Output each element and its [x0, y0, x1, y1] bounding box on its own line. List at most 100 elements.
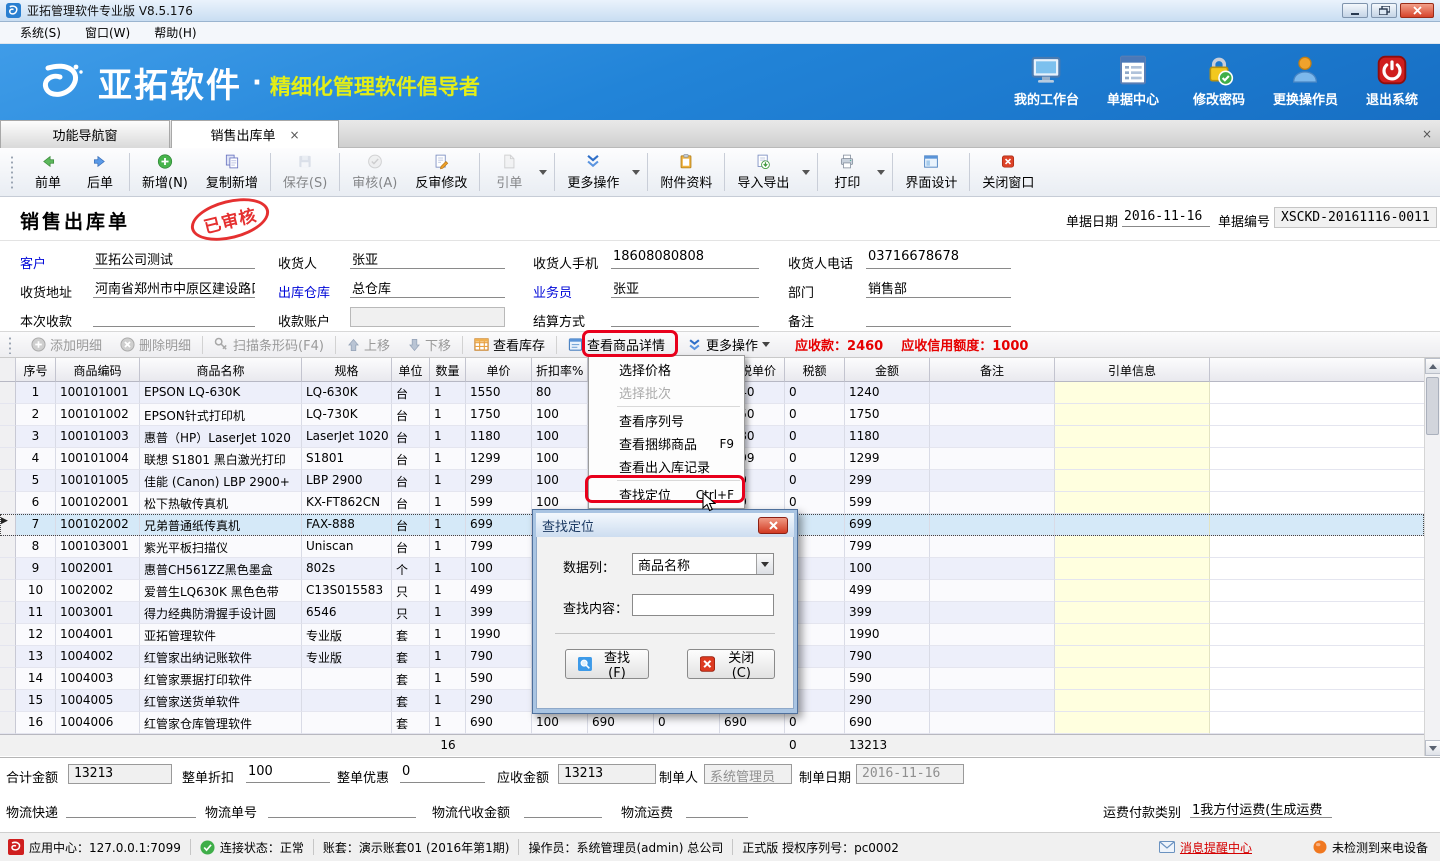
- column-header[interactable]: 引单信息: [1055, 358, 1210, 382]
- cod-amount-value[interactable]: [524, 799, 602, 818]
- customer-field[interactable]: 亚拓公司测试: [93, 249, 255, 269]
- tabbar-close-icon[interactable]: ×: [1422, 127, 1432, 141]
- exit-system-button[interactable]: 退出系统: [1360, 54, 1424, 108]
- tab-sales-outbound[interactable]: 销售出库单 ×: [171, 120, 339, 148]
- remark-field[interactable]: [866, 307, 1011, 327]
- column-header[interactable]: 金额: [845, 358, 930, 382]
- print-caret[interactable]: [873, 170, 889, 175]
- row-fill: [1210, 558, 1424, 580]
- close-window-button[interactable]: [1400, 3, 1434, 18]
- cell: 13: [16, 646, 56, 668]
- column-header[interactable]: 商品名称: [140, 358, 302, 382]
- vertical-scrollbar[interactable]: [1424, 358, 1440, 756]
- phone-field[interactable]: 03716678678: [866, 249, 1011, 269]
- dialog-close-action-button[interactable]: 关闭(C): [687, 649, 775, 679]
- context-menu-item[interactable]: 选择价格: [589, 358, 744, 381]
- monitor-icon: [1029, 54, 1063, 86]
- scroll-down-button[interactable]: [1425, 740, 1440, 756]
- context-menu-item[interactable]: 查看出入库记录: [589, 455, 744, 478]
- dept-field[interactable]: 销售部: [866, 278, 1011, 298]
- order-discount-value[interactable]: 100: [246, 764, 330, 783]
- column-header[interactable]: 折扣率%: [532, 358, 588, 382]
- column-header[interactable]: 规格: [302, 358, 392, 382]
- column-header[interactable]: 商品编码: [56, 358, 140, 382]
- row-fill: [1210, 382, 1424, 404]
- import-export-button[interactable]: 导入导出: [728, 150, 798, 194]
- consignee-field[interactable]: 张亚: [350, 249, 505, 269]
- dialog-close-button[interactable]: [758, 517, 788, 534]
- column-header[interactable]: 单价: [466, 358, 532, 382]
- attachments-button[interactable]: 附件资料: [651, 150, 721, 194]
- express-value[interactable]: [66, 799, 196, 818]
- view-stock-button[interactable]: 查看库存: [467, 333, 552, 356]
- tab-nav-panel[interactable]: 功能导航窗: [0, 120, 170, 148]
- warehouse-field[interactable]: 总仓库: [350, 278, 505, 298]
- row-fill: [1210, 712, 1424, 734]
- column-header[interactable]: 单位: [392, 358, 430, 382]
- more-actions-button[interactable]: 更多操作: [558, 150, 628, 194]
- cell: 790: [466, 646, 532, 668]
- cell: 1004006: [56, 712, 140, 734]
- order-promo-value[interactable]: 0: [400, 764, 485, 783]
- close-tab-button[interactable]: 关闭窗口: [973, 150, 1043, 194]
- tab-close-icon[interactable]: ×: [289, 128, 299, 142]
- view-product-detail-button[interactable]: 查看商品详情: [561, 333, 672, 356]
- switch-operator-button[interactable]: 更换操作员: [1273, 54, 1338, 108]
- context-menu-item[interactable]: 查看捆绑商品F9: [589, 432, 744, 455]
- add-button[interactable]: 新增(N): [133, 150, 197, 194]
- prev-doc-button[interactable]: 前单: [22, 150, 74, 194]
- warehouse-label[interactable]: 出库仓库: [278, 282, 330, 301]
- change-password-button[interactable]: 修改密码: [1187, 54, 1251, 108]
- maximize-button[interactable]: [1371, 3, 1397, 18]
- menu-help[interactable]: 帮助(H): [144, 22, 206, 43]
- menu-system[interactable]: 系统(S): [10, 22, 71, 43]
- settle-field[interactable]: [611, 307, 759, 327]
- customer-label[interactable]: 客户: [20, 253, 46, 272]
- freight-value[interactable]: [686, 799, 748, 818]
- cell: 紫光平板扫描仪: [140, 536, 302, 558]
- column-header[interactable]: 税额: [785, 358, 845, 382]
- find-content-input[interactable]: [632, 594, 774, 616]
- column-header[interactable]: 备注: [930, 358, 1055, 382]
- dialog-titlebar[interactable]: 查找定位: [536, 513, 794, 537]
- ref-doc-caret[interactable]: [535, 170, 551, 175]
- table-row[interactable]: 161004006红管家仓库管理软件套169010069006900690: [0, 712, 1424, 734]
- doc-center-button[interactable]: 单据中心: [1101, 54, 1165, 108]
- logistics-no-value[interactable]: [268, 799, 416, 818]
- menu-item-label: 查看捆绑商品: [619, 434, 697, 453]
- detail-more-actions-button[interactable]: 更多操作: [680, 333, 777, 356]
- scroll-up-button[interactable]: [1425, 358, 1440, 374]
- find-button[interactable]: 查找(F): [565, 649, 649, 679]
- column-header[interactable]: 数量: [430, 358, 466, 382]
- minimize-button[interactable]: [1342, 3, 1368, 18]
- cell: 台: [392, 470, 430, 492]
- device-status: 未检测到来电设备: [1313, 839, 1428, 856]
- message-center-link[interactable]: 消息提醒中心: [1159, 839, 1252, 856]
- mobile-field[interactable]: 18608080808: [611, 249, 759, 269]
- cell: 台: [392, 426, 430, 448]
- doc-date-value[interactable]: 2016-11-16: [1122, 209, 1210, 227]
- context-menu-item[interactable]: 查找定位Ctrl+F: [589, 483, 744, 506]
- scrollbar-thumb[interactable]: [1426, 377, 1439, 435]
- salesman-label[interactable]: 业务员: [533, 282, 572, 301]
- copy-add-button[interactable]: 复制新增: [197, 150, 267, 194]
- menu-window[interactable]: 窗口(W): [75, 22, 140, 43]
- workbench-button[interactable]: 我的工作台: [1014, 54, 1079, 108]
- print-button[interactable]: 打印: [821, 150, 873, 194]
- more-actions-caret[interactable]: [628, 170, 644, 175]
- column-header[interactable]: 序号: [16, 358, 56, 382]
- data-column-select[interactable]: 商品名称: [632, 553, 774, 575]
- ui-design-button[interactable]: 界面设计: [896, 150, 966, 194]
- freight-type-value[interactable]: 1我方付运费(生成运费: [1190, 799, 1332, 818]
- payment-field[interactable]: [93, 307, 255, 327]
- combo-dropdown-button[interactable]: [756, 554, 773, 574]
- salesman-field[interactable]: 张亚: [611, 278, 759, 298]
- context-menu-item[interactable]: 查看序列号: [589, 409, 744, 432]
- receivable-value: 2460: [847, 339, 883, 354]
- unaudit-button[interactable]: 反审修改: [406, 150, 476, 194]
- import-export-caret[interactable]: [798, 170, 814, 175]
- address-field[interactable]: 河南省郑州市中原区建设路口: [93, 278, 255, 298]
- move-up-label: 上移: [364, 335, 390, 354]
- next-doc-button[interactable]: 后单: [74, 150, 126, 194]
- import-export-icon: [751, 153, 775, 170]
